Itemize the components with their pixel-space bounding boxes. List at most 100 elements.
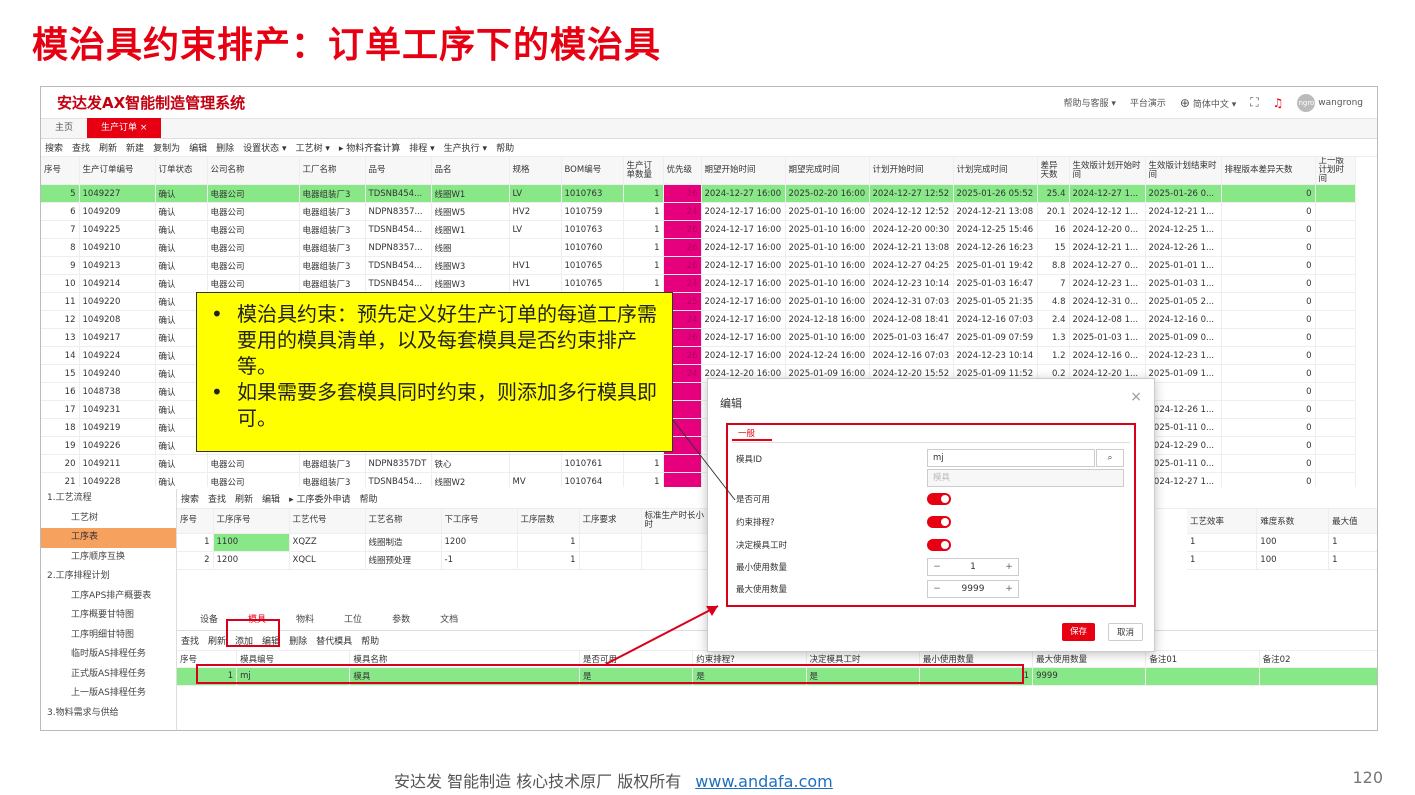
max-qty-stepper[interactable]: − 9999 + bbox=[927, 580, 1019, 598]
order-button-2[interactable]: 刷新 bbox=[99, 141, 117, 154]
column-header[interactable]: 计划完成时间 bbox=[953, 157, 1038, 185]
column-header[interactable]: 排程版本差异天数 bbox=[1221, 157, 1316, 185]
detail-tab[interactable]: 物料 bbox=[281, 609, 329, 631]
proc-button-3[interactable]: 编辑 bbox=[262, 492, 280, 505]
column-header[interactable]: 上一版计划时间 bbox=[1315, 157, 1356, 185]
column-header[interactable]: 订单状态 bbox=[155, 157, 208, 185]
nav-item[interactable]: 工序概要甘特图 bbox=[41, 606, 176, 626]
order-button-5[interactable]: 编辑 bbox=[189, 141, 207, 154]
save-button[interactable]: 保存 bbox=[1062, 623, 1096, 641]
mold-button-0[interactable]: 查找 bbox=[181, 634, 199, 647]
minus-icon[interactable]: − bbox=[928, 584, 946, 594]
column-header[interactable]: 工序序号 bbox=[213, 509, 290, 534]
proc-button-2[interactable]: 刷新 bbox=[235, 492, 253, 505]
table-row[interactable]: 7 1049225 确认 电器公司 电器组装厂3 TDSNB454... 线圈W1 LV 101… bbox=[41, 220, 1356, 239]
column-header[interactable]: 生效版计划结束时间 bbox=[1145, 157, 1222, 185]
table-row[interactable]: 1 100 1 bbox=[1187, 551, 1377, 570]
order-button-6[interactable]: 删除 bbox=[216, 141, 234, 154]
column-header[interactable]: 最大值 bbox=[1328, 509, 1377, 534]
column-header[interactable]: 最大使用数量 bbox=[1032, 651, 1147, 668]
minus-icon[interactable]: − bbox=[928, 562, 946, 572]
fullscreen-icon[interactable]: ⛶ bbox=[1250, 95, 1258, 110]
search-button[interactable]: ⌕ bbox=[1096, 449, 1124, 467]
proc-button-1[interactable]: 查找 bbox=[208, 492, 226, 505]
column-header[interactable]: 序号 bbox=[177, 509, 214, 534]
demo-link[interactable]: 平台演示 bbox=[1130, 96, 1166, 109]
detail-tab[interactable]: 文档 bbox=[425, 609, 473, 631]
column-header[interactable]: 计划开始时间 bbox=[869, 157, 954, 185]
column-header[interactable]: 生产订单数量 bbox=[623, 157, 664, 185]
column-header[interactable]: 规格 bbox=[509, 157, 562, 185]
available-toggle[interactable] bbox=[927, 493, 951, 505]
nav-item[interactable]: 正式版AS排程任务 bbox=[41, 665, 176, 685]
bell-icon[interactable]: ♫ bbox=[1273, 96, 1284, 110]
proc-button-4[interactable]: ▸ 工序委外申请 bbox=[289, 492, 350, 505]
table-row[interactable]: 6 1049209 确认 电器公司 电器组装厂3 NDPN8357... 线圈W5 HV2 10… bbox=[41, 202, 1356, 221]
detail-tab[interactable]: 工位 bbox=[329, 609, 377, 631]
mold-button-6[interactable]: 帮助 bbox=[361, 634, 379, 647]
column-header[interactable]: 品号 bbox=[365, 157, 432, 185]
table-row[interactable]: 8 1049210 确认 电器公司 电器组装厂3 NDPN8357... 线圈 1010760… bbox=[41, 238, 1356, 257]
language-menu[interactable]: ⊕ 简体中文 ▾ bbox=[1180, 96, 1236, 110]
column-header[interactable]: 期望完成时间 bbox=[785, 157, 870, 185]
decide-time-toggle[interactable] bbox=[927, 539, 951, 551]
order-button-9[interactable]: ▸ 物料齐套计算 bbox=[339, 141, 400, 154]
order-button-0[interactable]: 搜索 bbox=[45, 141, 63, 154]
proc-button-0[interactable]: 搜索 bbox=[181, 492, 199, 505]
column-header[interactable]: 差异天数 bbox=[1037, 157, 1070, 185]
column-header[interactable]: 序号 bbox=[41, 157, 80, 185]
order-button-8[interactable]: 工艺树 ▾ bbox=[296, 141, 330, 154]
table-row[interactable]: 21 1049228 确认 电器公司 电器组装厂3 TDSNB454... 线圈W2 MV 10… bbox=[41, 472, 1356, 487]
mold-button-1[interactable]: 刷新 bbox=[208, 634, 226, 647]
order-button-12[interactable]: 帮助 bbox=[496, 141, 514, 154]
constraint-toggle[interactable] bbox=[927, 516, 951, 528]
plus-icon[interactable]: + bbox=[1000, 562, 1018, 572]
column-header[interactable]: 备注02 bbox=[1259, 651, 1377, 668]
mold-button-5[interactable]: 替代模具 bbox=[316, 634, 352, 647]
column-header[interactable]: 下工序号 bbox=[441, 509, 518, 534]
tab-production-orders[interactable]: 生产订单 × bbox=[87, 118, 162, 138]
table-row[interactable]: 1 100 1 bbox=[1187, 533, 1377, 552]
order-button-1[interactable]: 查找 bbox=[72, 141, 90, 154]
order-button-11[interactable]: 生产执行 ▾ bbox=[444, 141, 487, 154]
column-header[interactable]: 优先级 bbox=[663, 157, 702, 185]
nav-item[interactable]: 临时版AS排程任务 bbox=[41, 645, 176, 665]
column-header[interactable]: 公司名称 bbox=[207, 157, 300, 185]
nav-item[interactable]: 工序表 bbox=[41, 528, 176, 548]
table-row[interactable]: 20 1049211 确认 电器公司 电器组装厂3 NDPN8357DT 铁心 1010761… bbox=[41, 454, 1356, 473]
nav-item[interactable]: 3.物料需求与供给 bbox=[41, 704, 176, 724]
column-header[interactable]: BOM编号 bbox=[561, 157, 624, 185]
close-icon[interactable]: × bbox=[1130, 389, 1142, 405]
tab-home[interactable]: 主页 bbox=[41, 118, 87, 138]
table-row[interactable]: 1 1100 XQZZ 线圈制造 1200 1 bbox=[177, 533, 712, 552]
order-button-10[interactable]: 排程 ▾ bbox=[409, 141, 434, 154]
min-qty-stepper[interactable]: − 1 + bbox=[927, 558, 1019, 576]
order-button-7[interactable]: 设置状态 ▾ bbox=[243, 141, 286, 154]
column-header[interactable]: 生效版计划开始时间 bbox=[1069, 157, 1146, 185]
proc-button-5[interactable]: 帮助 bbox=[359, 492, 377, 505]
column-header[interactable]: 工艺代号 bbox=[289, 509, 366, 534]
order-button-3[interactable]: 新建 bbox=[126, 141, 144, 154]
dialog-tab-general[interactable]: 一般 bbox=[732, 427, 772, 441]
column-header[interactable]: 期望开始时间 bbox=[701, 157, 786, 185]
column-header[interactable]: 生产订单编号 bbox=[79, 157, 156, 185]
nav-item[interactable]: 工艺树 bbox=[41, 509, 176, 529]
help-menu[interactable]: 帮助与客服 ▾ bbox=[1064, 96, 1116, 109]
order-button-4[interactable]: 复制为 bbox=[153, 141, 180, 154]
column-header[interactable]: 难度系数 bbox=[1256, 509, 1330, 534]
footer-link[interactable]: www.andafa.com bbox=[695, 772, 832, 791]
detail-tab[interactable]: 参数 bbox=[377, 609, 425, 631]
table-row[interactable]: 10 1049214 确认 电器公司 电器组装厂3 TDSNB454... 线圈W3 HV1 1… bbox=[41, 274, 1356, 293]
table-row[interactable]: 2 1200 XQCL 线圈预处理 -1 1 bbox=[177, 551, 712, 570]
table-row[interactable]: 5 1049227 确认 电器公司 电器组装厂3 TDSNB454... 线圈W1 LV 101… bbox=[41, 184, 1356, 203]
mold-button-4[interactable]: 删除 bbox=[289, 634, 307, 647]
mold-id-input[interactable]: mj bbox=[927, 449, 1095, 467]
nav-item[interactable]: 2.工序排程计划 bbox=[41, 567, 176, 587]
nav-item[interactable]: 工序明细甘特图 bbox=[41, 626, 176, 646]
column-header[interactable]: 工序层数 bbox=[517, 509, 580, 534]
column-header[interactable]: 工艺名称 bbox=[365, 509, 442, 534]
column-header[interactable]: 工厂名称 bbox=[299, 157, 366, 185]
column-header[interactable]: 备注01 bbox=[1145, 651, 1260, 668]
nav-item[interactable]: 工序APS排产概要表 bbox=[41, 587, 176, 607]
column-header[interactable]: 工序要求 bbox=[579, 509, 642, 534]
